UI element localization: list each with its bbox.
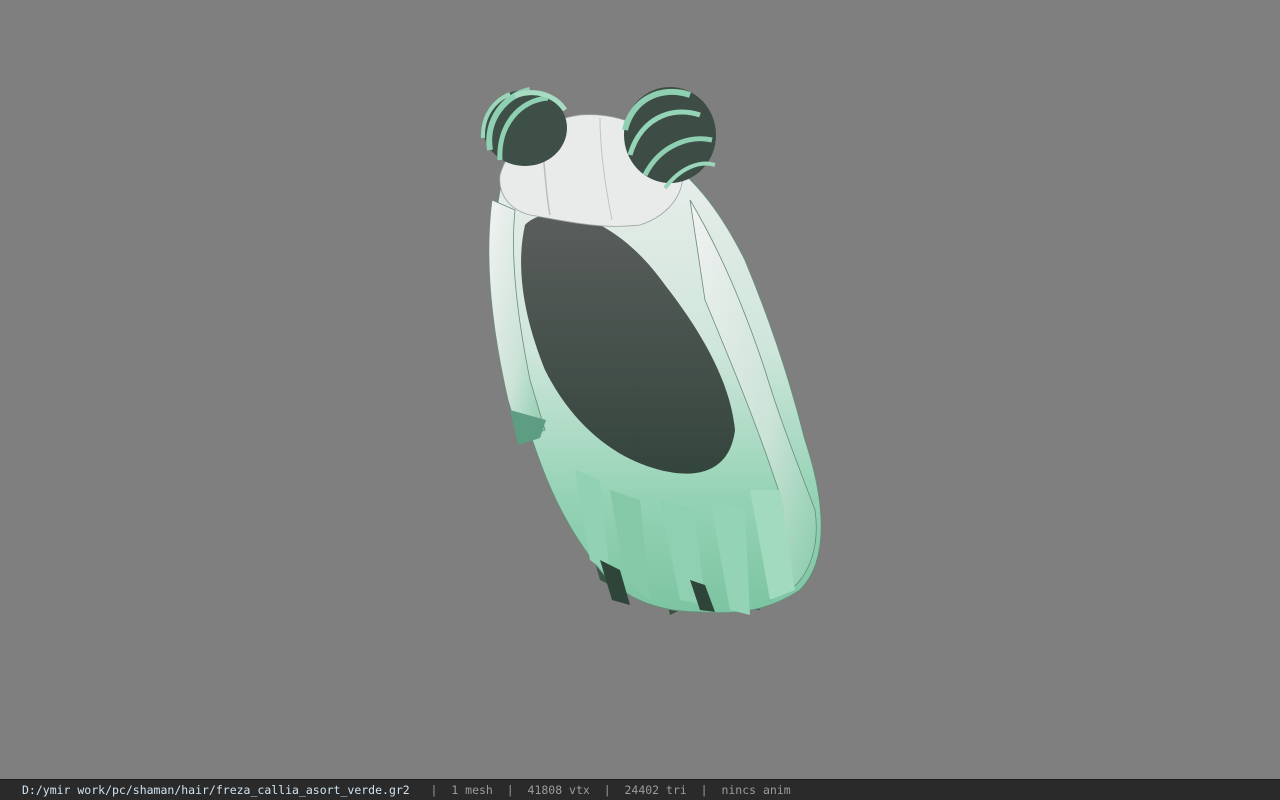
triangle-count: 24402 tri <box>624 783 687 797</box>
separator: | <box>430 783 438 797</box>
vertex-count: 41808 vtx <box>527 783 590 797</box>
animation-status: nincs anim <box>721 783 791 797</box>
separator: | <box>700 783 708 797</box>
file-path: D:/ymir work/pc/shaman/hair/freza_callia… <box>22 783 410 797</box>
hair-model <box>480 87 822 615</box>
separator: | <box>603 783 611 797</box>
separator: | <box>506 783 514 797</box>
3d-viewport[interactable] <box>0 0 1280 779</box>
status-bar: D:/ymir work/pc/shaman/hair/freza_callia… <box>0 779 1280 800</box>
left-bun <box>480 87 568 166</box>
mesh-count: 1 mesh <box>451 783 493 797</box>
